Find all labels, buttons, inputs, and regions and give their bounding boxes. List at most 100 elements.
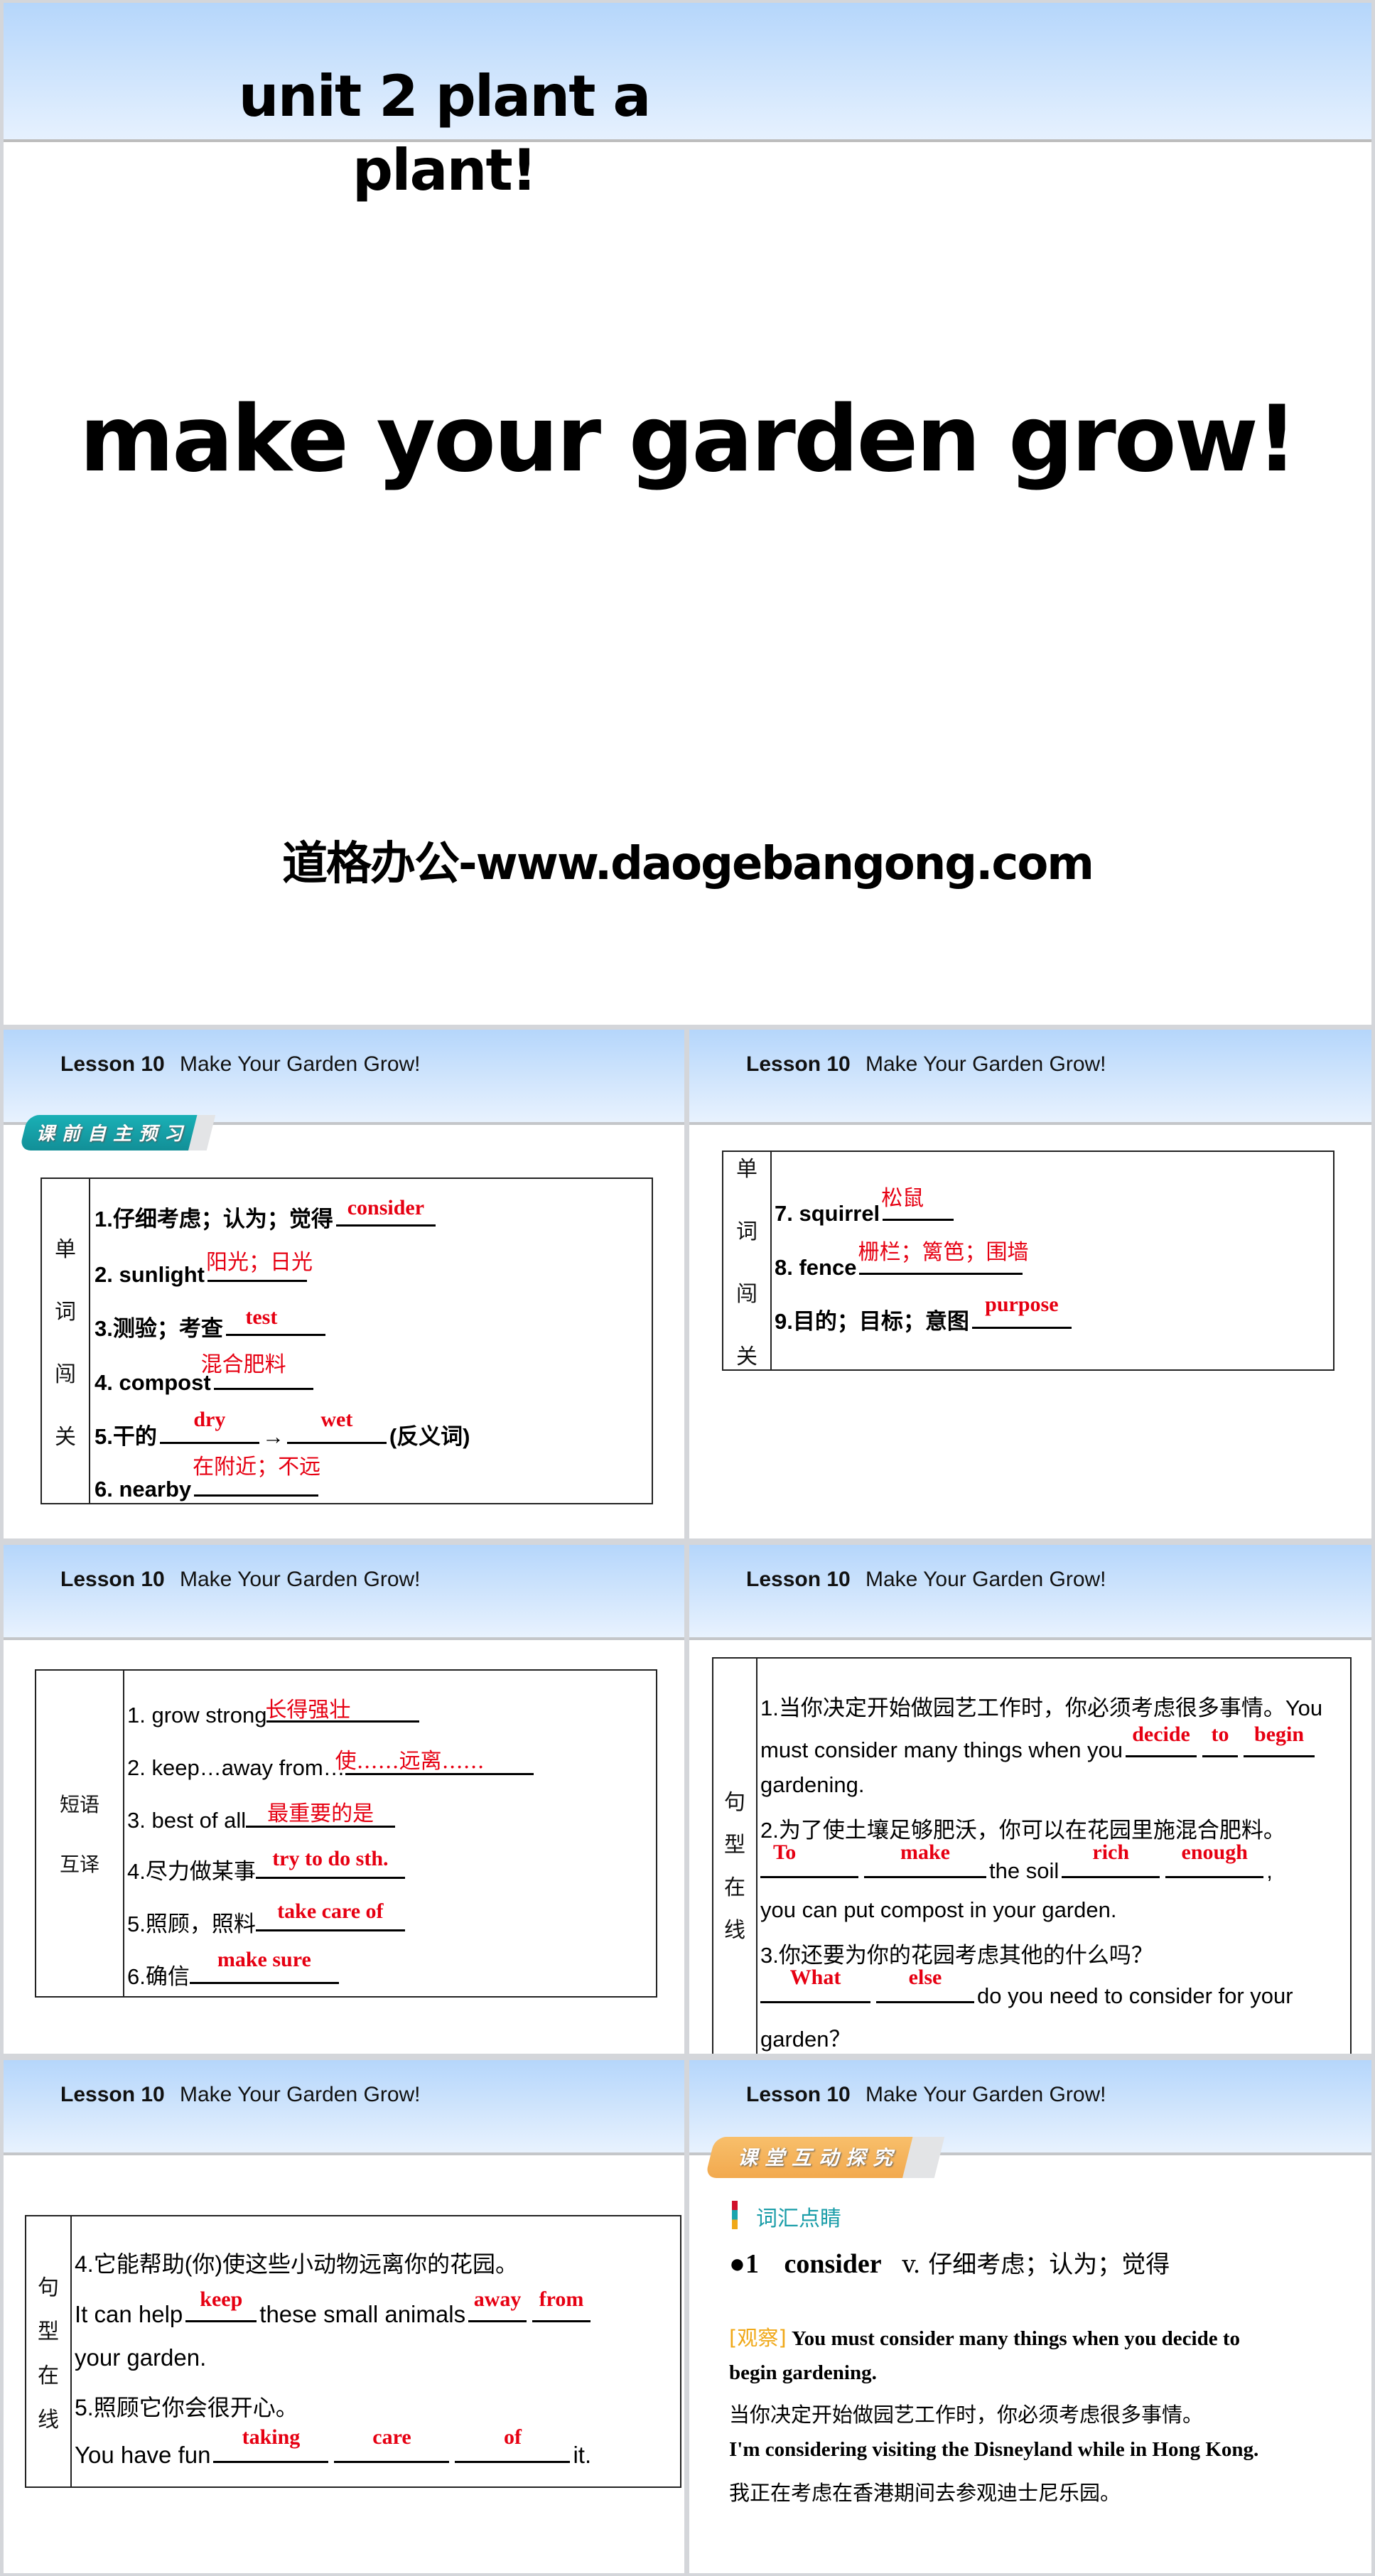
answer-blank[interactable]: decide [1126,1723,1197,1757]
answer-blank[interactable]: To [760,1841,858,1878]
sentence-en: you can put compost in your garden. [760,1897,1117,1922]
vocab-item: 6. nearby 在附近；不远 [95,1455,321,1502]
vocab-side-label: 单词闯关 [42,1179,90,1503]
answer-blank[interactable]: consider [335,1196,436,1227]
answer-blank[interactable]: 松鼠 [881,1186,954,1221]
slide-vocab-2[interactable]: Lesson 10 Make Your Garden Grow! 单词闯关 7.… [689,1030,1371,1538]
lesson-header: Lesson 10 Make Your Garden Grow! [4,1030,684,1125]
answer-blank[interactable]: What [760,1966,870,2003]
answer-blank[interactable]: 混合肥料 [201,1352,313,1390]
phrase-item: 1. grow strong 长得强壮 [127,1696,422,1728]
phrase-item: 3. best of all 最重要的是 [127,1801,398,1833]
section-marker-icon [732,2201,738,2229]
vocab-item: 2. sunlight 阳光；日光 [95,1250,313,1287]
lesson-number: Lesson 10 [60,1568,165,1591]
answer-blank[interactable]: else [876,1966,974,2003]
answer-blank[interactable]: 栅栏；篱笆；围墙 [858,1240,1028,1275]
answer-blank[interactable]: 最重要的是 [246,1801,396,1828]
sentence-side-label: 句型在线 [26,2216,72,2486]
sentence-en: gardening. [760,1772,865,1797]
answer-blank[interactable]: 使……远离…… [335,1749,534,1775]
sentence-cn: 4.它能帮助(你)使这些小动物远离你的花园。 [75,2251,519,2277]
example-en: [观察] You must consider many things when … [729,2326,1240,2350]
phrase-item: 4.尽力做某事 try to do sth. [127,1847,408,1885]
answer-blank[interactable]: from [532,2287,591,2322]
slide-sentences-2[interactable]: Lesson 10 Make Your Garden Grow! 句型在线 4.… [4,2060,684,2573]
sentence-cn: 2.为了使土壤足够肥沃，你可以在花园里施混合肥料。 [760,1818,1285,1843]
unit-title: unit 2 plant a plant! [238,63,652,203]
answer-blank[interactable]: away [468,2287,527,2322]
sentence-cn: 1.当你决定开始做园艺工作时，你必须考虑很多事情。You [760,1696,1323,1720]
observe-tag: [观察] [729,2326,787,2350]
answer-blank[interactable]: wet [286,1408,387,1444]
phrase-item: 2. keep…away from… 使……远离…… [127,1749,536,1781]
vocab-item: 4. compost 混合肥料 [95,1352,316,1396]
answer-blank[interactable]: make [864,1841,986,1878]
lesson-title: Make Your Garden Grow! [180,2083,421,2106]
answer-blank[interactable]: begin [1244,1723,1315,1757]
entry-word: consider [784,2249,881,2279]
lesson-number: Lesson 10 [746,2083,851,2106]
example-cn: 我正在考虑在香港期间去参观迪士尼乐园。 [729,2481,1121,2505]
phrase-item: 6.确信 make sure [127,1948,342,1990]
answer-blank[interactable]: take care of [255,1899,405,1931]
vocab-item: 8. fence 栅栏；篱笆；围墙 [775,1240,1029,1280]
lesson-number: Lesson 10 [746,1568,851,1591]
sentence-en: must consider many things when you decide… [760,1723,1317,1763]
sentence-en: To make the soil rich enough, [757,1841,1273,1884]
vocab-item: 3.测验；考查 test [95,1305,328,1342]
entry-number: ●1 [729,2249,759,2279]
title-header-band [4,3,1371,142]
answer-blank[interactable]: of [455,2425,571,2463]
answer-blank[interactable]: 长得强壮 [265,1696,420,1723]
sentence-en: You have fun taking care of it. [75,2425,592,2468]
entry-definition: v. 仔细考虑；认为；觉得 [902,2251,1170,2279]
vocab-item: 5.干的 dry → wet (反义词) [95,1408,470,1449]
sentence-en: garden？ [760,2027,851,2052]
vocab-item: 9.目的；目标；意图 purpose [775,1293,1074,1335]
site-watermark: 道格办公-www.daogebangong.com [282,838,1094,890]
answer-blank[interactable]: 阳光；日光 [206,1250,313,1282]
lesson-header: Lesson 10 Make Your Garden Grow! [4,2060,684,2155]
lesson-title: Make Your Garden Grow! [180,1052,421,1076]
slide-phrases[interactable]: Lesson 10 Make Your Garden Grow! 短语 互译 1.… [4,1545,684,2054]
answer-blank[interactable]: try to do sth. [255,1847,405,1879]
phrase-item: 5.照顾，照料 take care of [127,1899,408,1938]
answer-blank[interactable]: taking [213,2425,329,2463]
vocab-side-label: 单词闯关 [723,1152,772,1369]
slide-vocab-focus[interactable]: Lesson 10 Make Your Garden Grow! 课堂互动探究 … [689,2060,1371,2573]
answer-blank[interactable]: to [1202,1723,1239,1757]
answer-blank[interactable]: rich [1062,1841,1160,1878]
slide-vocab-1[interactable]: Lesson 10 Make Your Garden Grow! 课前自主预习 … [4,1030,684,1538]
answer-blank[interactable]: make sure [189,1948,339,1984]
example-en: I'm considering visiting the Disneyland … [729,2438,1259,2461]
vocab-table: 单词闯关 1.仔细考虑；认为；觉得 consider 2. sunlight 阳光；… [41,1177,653,1504]
example-en: begin gardening. [729,2361,877,2384]
sentence-cn: 3.你还要为你的花园考虑其他的什么吗？ [760,1943,1153,1968]
answer-blank[interactable]: purpose [971,1293,1072,1329]
answer-blank[interactable]: care [334,2425,450,2463]
vocab-item: 1.仔细考虑；认为；觉得 consider [95,1196,438,1233]
sentence-en: It can help keep these small animals away fr… [75,2287,593,2328]
slide-sentences-1[interactable]: Lesson 10 Make Your Garden Grow! 句型在线 1.… [689,1545,1371,2054]
lesson-title: Make Your Garden Grow! [866,1052,1106,1076]
lesson-header: Lesson 10 Make Your Garden Grow! [689,1030,1371,1125]
answer-blank[interactable]: test [225,1305,325,1336]
lesson-title: Make Your Garden Grow! [866,2083,1106,2106]
title-slide[interactable]: unit 2 plant a plant! make your garden g… [4,3,1371,1025]
example-cn: 当你决定开始做园艺工作时，你必须考虑很多事情。 [729,2403,1204,2427]
vocab-table: 单词闯关 7. squirrel 松鼠 8. fence 栅栏；篱笆；围墙 9.目的… [722,1150,1334,1371]
vocab-entry: ●1 consider v. 仔细考虑；认为；觉得 [729,2245,1170,2280]
answer-blank[interactable]: dry [159,1408,259,1444]
sentence-table: 句型在线 1.当你决定开始做园艺工作时，你必须考虑很多事情。You must c… [712,1657,1352,2054]
lesson-title: Make Your Garden Grow! [180,1568,421,1591]
answer-blank[interactable]: keep [185,2287,257,2322]
vocab-item: 7. squirrel 松鼠 [775,1186,956,1227]
lesson-header: Lesson 10 Make Your Garden Grow! [689,1545,1371,1640]
lesson-header: Lesson 10 Make Your Garden Grow! [4,1545,684,1640]
answer-blank[interactable]: enough [1165,1841,1264,1878]
phrase-table: 短语 互译 1. grow strong 长得强壮 2. keep…away fro… [35,1669,657,1998]
sentence-side-label: 句型在线 [713,1659,757,2054]
answer-blank[interactable]: 在附近；不远 [193,1455,320,1497]
sentence-en: What else do you need to consider for your [757,1966,1293,2009]
